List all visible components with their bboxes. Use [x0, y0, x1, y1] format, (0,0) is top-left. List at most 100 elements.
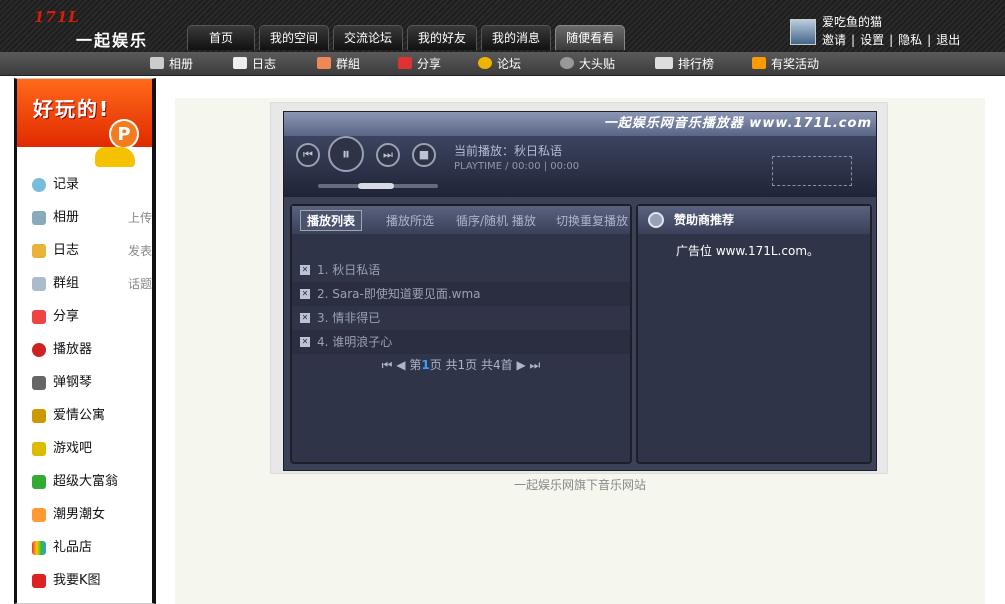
volume-slider[interactable]	[318, 183, 438, 189]
group-icon	[317, 57, 331, 69]
sidebar-item-piano[interactable]: 弹钢琴	[27, 372, 152, 405]
remove-track-icon[interactable]: ✕	[300, 313, 310, 323]
promo-badge: P	[109, 119, 139, 149]
track-row[interactable]: ✕ 3. 情非得已	[292, 306, 630, 330]
subnav-events[interactable]: 有奖活动	[752, 52, 819, 76]
last-page-icon[interactable]: ⏭	[530, 358, 541, 372]
logout-link[interactable]: 退出	[936, 33, 960, 47]
site-logo[interactable]: 171L 一起娱乐	[34, 8, 164, 50]
promo-banner[interactable]: 好玩的! P	[17, 79, 152, 149]
tab-order-random[interactable]: 循序/随机 播放	[456, 212, 536, 229]
previous-button[interactable]: ⏮	[296, 143, 320, 167]
sponsor-panel: 赞助商推荐 广告位 www.171L.com。	[636, 204, 872, 464]
upload-link[interactable]: 上传	[128, 207, 152, 229]
subnav-forum[interactable]: 论坛	[478, 52, 521, 76]
track-row[interactable]: ✕ 2. Sara-即使知道要见面.wma	[292, 282, 630, 306]
subnav-photos[interactable]: 相册	[150, 52, 193, 76]
picture-icon	[32, 211, 46, 225]
tab-playlist[interactable]: 播放列表	[300, 210, 363, 231]
subnav-ranking[interactable]: 排行榜	[655, 52, 714, 76]
next-button[interactable]: ⏭	[376, 143, 400, 167]
spectrum-visualizer	[772, 156, 852, 186]
radio-icon	[648, 212, 664, 228]
sidebar-item-games[interactable]: 游戏吧	[27, 438, 152, 471]
avatar[interactable]	[790, 19, 816, 45]
remove-track-icon[interactable]: ✕	[300, 289, 310, 299]
heart-icon	[398, 57, 412, 69]
subnav-share[interactable]: 分享	[398, 52, 441, 76]
playlist-panel: 播放列表 播放所选 循序/随机 播放 切换重复播放 ✕ 1. 秋日私语 ✕ 2. S…	[290, 204, 632, 464]
tab-play-selected[interactable]: 播放所选	[386, 212, 434, 229]
current-page: 1	[421, 358, 430, 372]
music-player: 一起娱乐网音乐播放器 www.171L.com ⏮ ⏸ ⏭ ■ 当前播放：秋日私…	[270, 102, 888, 474]
now-playing: 当前播放：秋日私语	[454, 144, 563, 158]
sidebar-menu: 记录 相册 上传 日志 发表 群组 话题 分享 播放器 弹钢琴 爱情公寓 游戏吧 超级…	[27, 174, 152, 603]
ad-text[interactable]: 广告位 www.171L.com。	[676, 242, 819, 259]
sofa-icon	[32, 409, 46, 423]
k-icon	[32, 574, 46, 588]
subnav-blog[interactable]: 日志	[233, 52, 276, 76]
settings-link[interactable]: 设置	[860, 33, 884, 47]
track-row[interactable]: ✕ 1. 秋日私语	[292, 258, 630, 282]
gift-icon	[752, 57, 766, 69]
sidebar-item-records[interactable]: 记录	[27, 174, 152, 207]
subnav-photo-sticker[interactable]: 大头贴	[560, 52, 615, 76]
sidebar-item-fashion[interactable]: 潮男潮女	[27, 504, 152, 537]
topic-link[interactable]: 话题	[128, 273, 152, 295]
stop-icon: ■	[418, 148, 430, 161]
invite-link[interactable]: 邀请	[822, 33, 846, 47]
tab-home[interactable]: 首页	[187, 25, 255, 50]
piano-icon	[32, 376, 46, 390]
notebook-icon	[32, 244, 46, 258]
player-frame: 一起娱乐网音乐播放器 www.171L.com ⏮ ⏸ ⏭ ■ 当前播放：秋日私…	[283, 111, 877, 471]
main-nav: 首页 我的空间 交流论坛 我的好友 我的消息 随便看看	[187, 25, 626, 50]
remove-track-icon[interactable]: ✕	[300, 265, 310, 275]
sidebar-item-gift-shop[interactable]: 礼品店	[27, 537, 152, 570]
tab-messages[interactable]: 我的消息	[481, 25, 552, 50]
playlist-tabs: 播放列表 播放所选 循序/随机 播放 切换重复播放	[292, 206, 630, 234]
tab-browse[interactable]: 随便看看	[555, 25, 626, 50]
remove-track-icon[interactable]: ✕	[300, 337, 310, 347]
sidebar-item-photos[interactable]: 相册 上传	[27, 207, 152, 240]
pk-icon	[655, 57, 673, 69]
sponsor-header: 赞助商推荐	[638, 206, 870, 234]
tab-forum[interactable]: 交流论坛	[333, 25, 404, 50]
track-row[interactable]: ✕ 4. 谁明浪子心	[292, 330, 630, 354]
sidebar-item-blog[interactable]: 日志 发表	[27, 240, 152, 273]
volume-handle[interactable]	[358, 183, 394, 189]
tab-friends[interactable]: 我的好友	[407, 25, 478, 50]
sidebar-item-share[interactable]: 分享	[27, 306, 152, 339]
top-bar: 171L 一起娱乐 首页 我的空间 交流论坛 我的好友 我的消息 随便看看 爱吃…	[0, 0, 1005, 52]
car-icon	[95, 147, 135, 167]
trophy-icon	[32, 442, 46, 456]
sidebar-item-love-apartment[interactable]: 爱情公寓	[27, 405, 152, 438]
pause-button[interactable]: ⏸	[328, 136, 364, 172]
pause-icon: ⏸	[341, 144, 350, 163]
camera-icon	[150, 57, 164, 69]
logo-name: 一起娱乐	[76, 31, 149, 50]
sidebar-item-player[interactable]: 播放器	[27, 339, 152, 372]
next-icon: ⏭	[383, 148, 393, 161]
promo-text: 好玩的!	[33, 97, 111, 121]
player-header: 一起娱乐网音乐播放器 www.171L.com ⏮ ⏸ ⏭ ■ 当前播放：秋日私…	[284, 112, 876, 197]
tab-my-space[interactable]: 我的空间	[259, 25, 330, 50]
user-links: 邀请 | 设置 | 隐私 | 退出	[822, 33, 961, 47]
privacy-link[interactable]: 隐私	[898, 33, 922, 47]
sidebar-item-groups[interactable]: 群组 话题	[27, 273, 152, 306]
sidebar-item-k-picture[interactable]: 我要K图	[27, 570, 152, 603]
next-page-icon[interactable]: ▶	[516, 358, 525, 372]
pagination: ⏮ ◀ 第1页 共1页 共4首 ▶ ⏭	[381, 358, 541, 372]
logo-brand: 171L	[34, 8, 80, 26]
music-heart-icon	[32, 343, 46, 357]
gift-shop-icon	[32, 541, 46, 555]
footer-caption: 一起娱乐网旗下音乐网站	[513, 478, 646, 492]
playtime: PLAYTIME / 00:00 | 00:00	[454, 161, 580, 172]
user-name[interactable]: 爱吃鱼的猫	[822, 13, 882, 30]
first-page-icon[interactable]: ⏮	[382, 358, 393, 372]
prev-page-icon[interactable]: ◀	[396, 358, 405, 372]
photo-sticker-icon	[560, 57, 574, 69]
stop-button[interactable]: ■	[412, 143, 436, 167]
publish-link[interactable]: 发表	[128, 240, 152, 262]
subnav-groups[interactable]: 群組	[317, 52, 360, 76]
tab-repeat[interactable]: 切换重复播放	[556, 212, 628, 229]
